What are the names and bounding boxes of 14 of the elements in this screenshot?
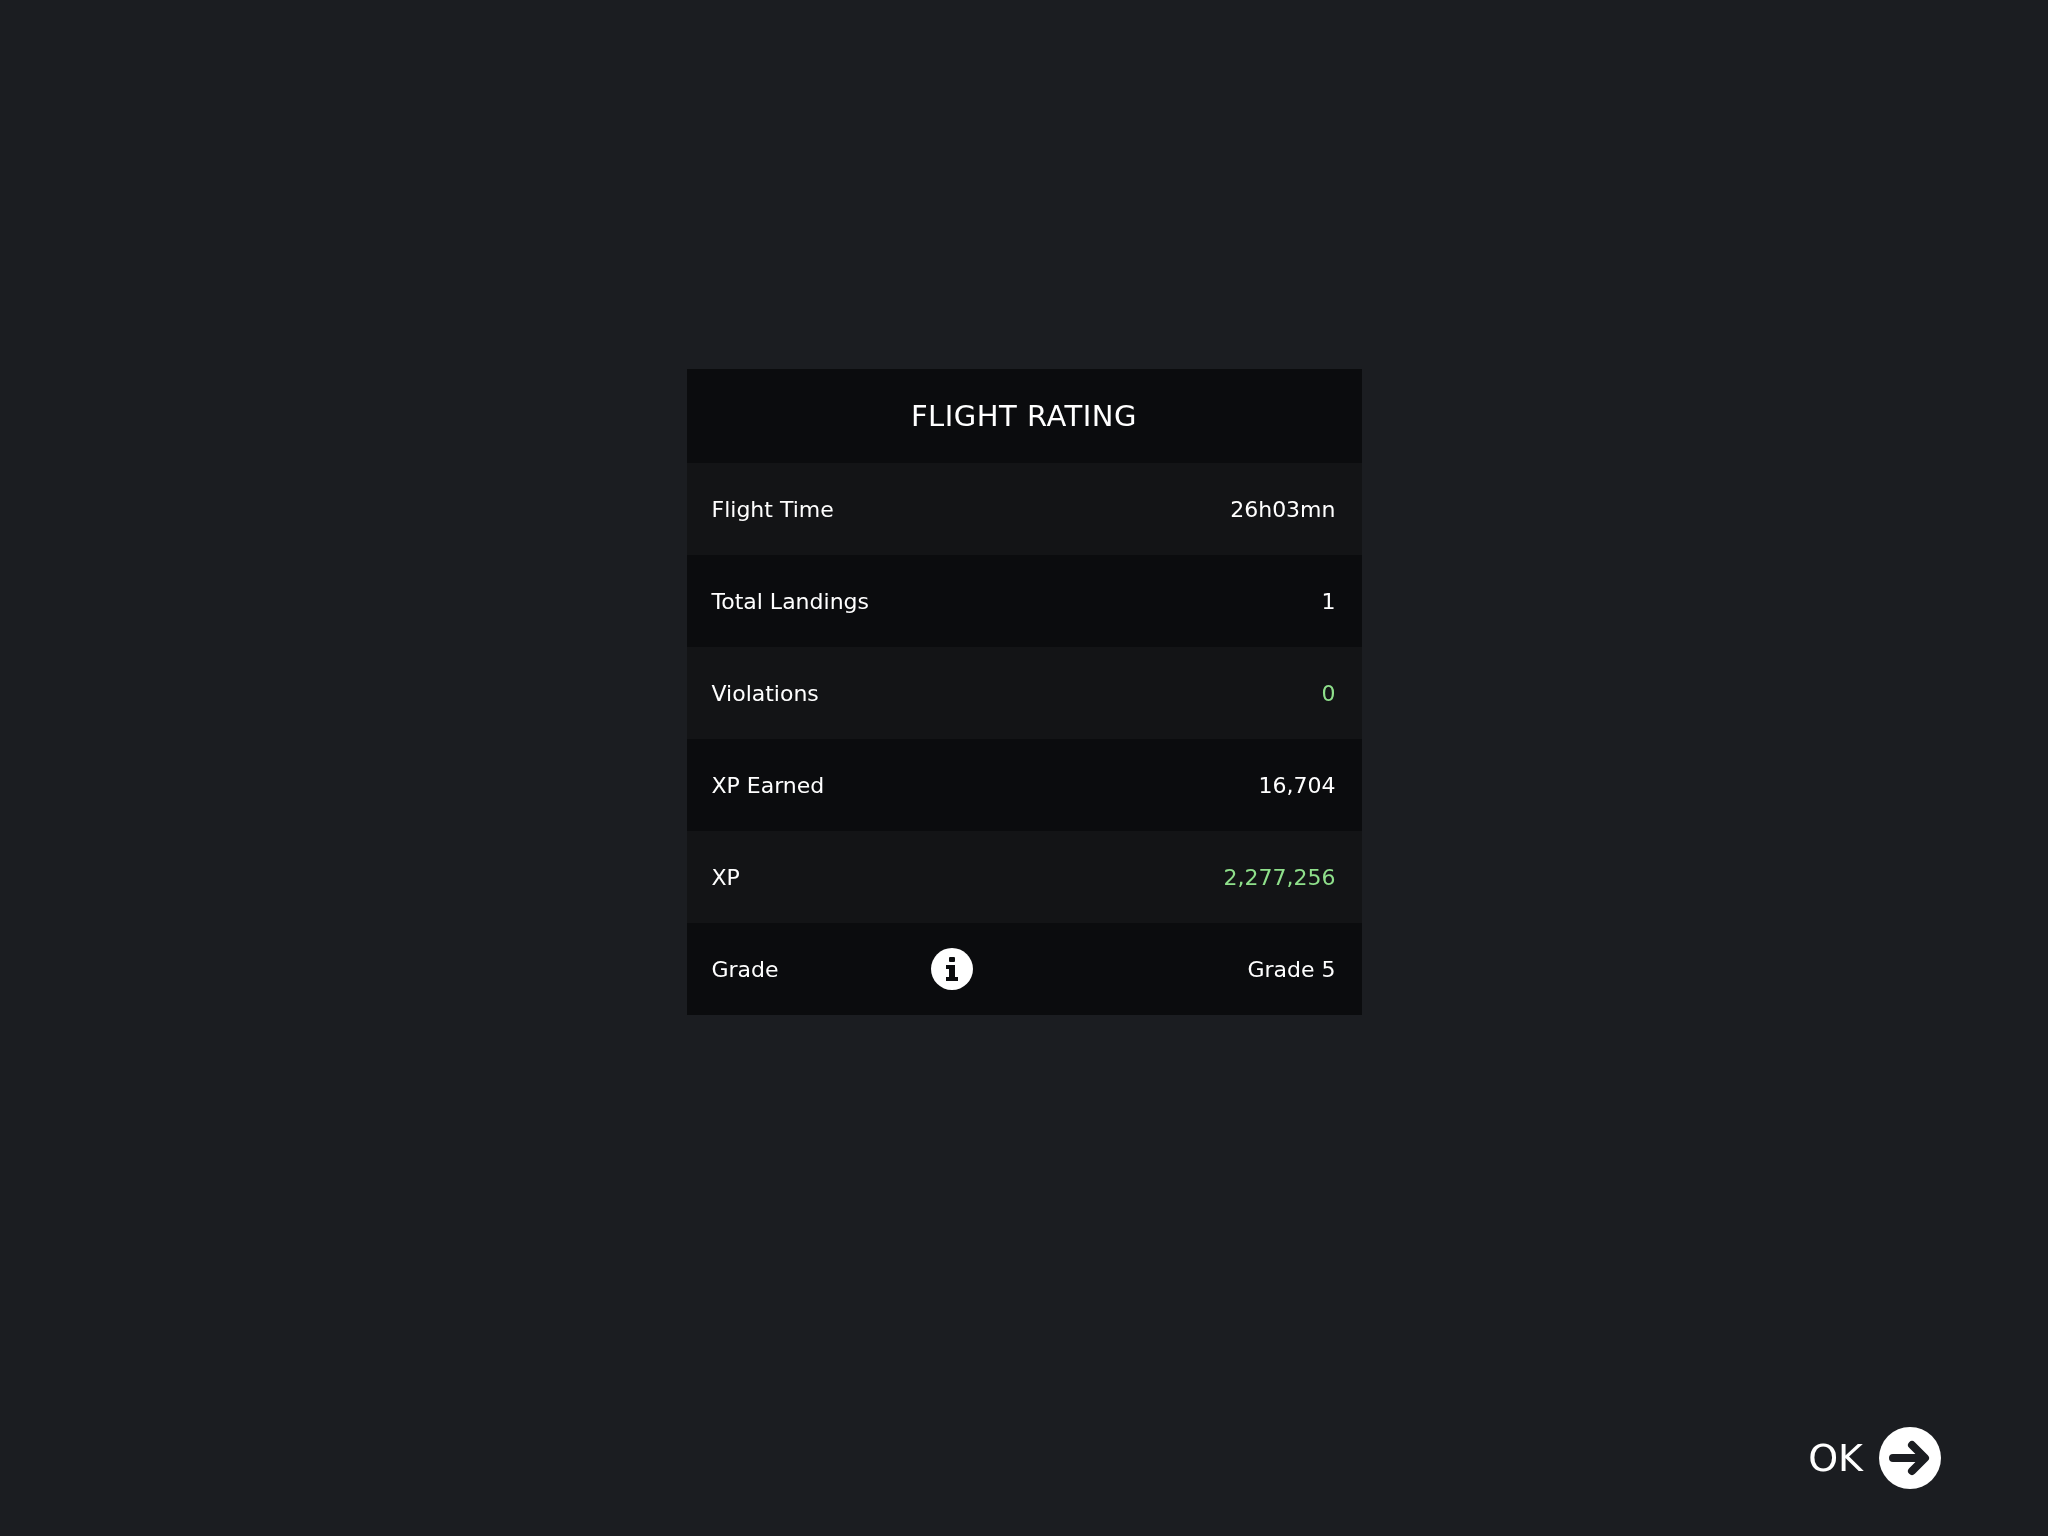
stat-label: XP bbox=[711, 864, 740, 890]
stat-label: Total Landings bbox=[711, 588, 869, 614]
stat-value: 16,704 bbox=[1258, 772, 1336, 798]
stat-label: XP Earned bbox=[711, 772, 825, 798]
stat-label: Grade bbox=[711, 956, 779, 982]
stat-label: Violations bbox=[711, 680, 819, 706]
stat-value: 0 bbox=[1321, 680, 1336, 706]
info-icon[interactable] bbox=[930, 948, 973, 990]
stat-value: 2,277,256 bbox=[1223, 864, 1336, 890]
ok-button[interactable]: OK bbox=[1808, 1427, 1941, 1489]
stat-value: Grade 5 bbox=[1247, 956, 1336, 982]
stat-value: 1 bbox=[1321, 588, 1336, 614]
stat-label: Flight Time bbox=[711, 496, 834, 522]
stat-value: 26h03mn bbox=[1230, 496, 1336, 522]
